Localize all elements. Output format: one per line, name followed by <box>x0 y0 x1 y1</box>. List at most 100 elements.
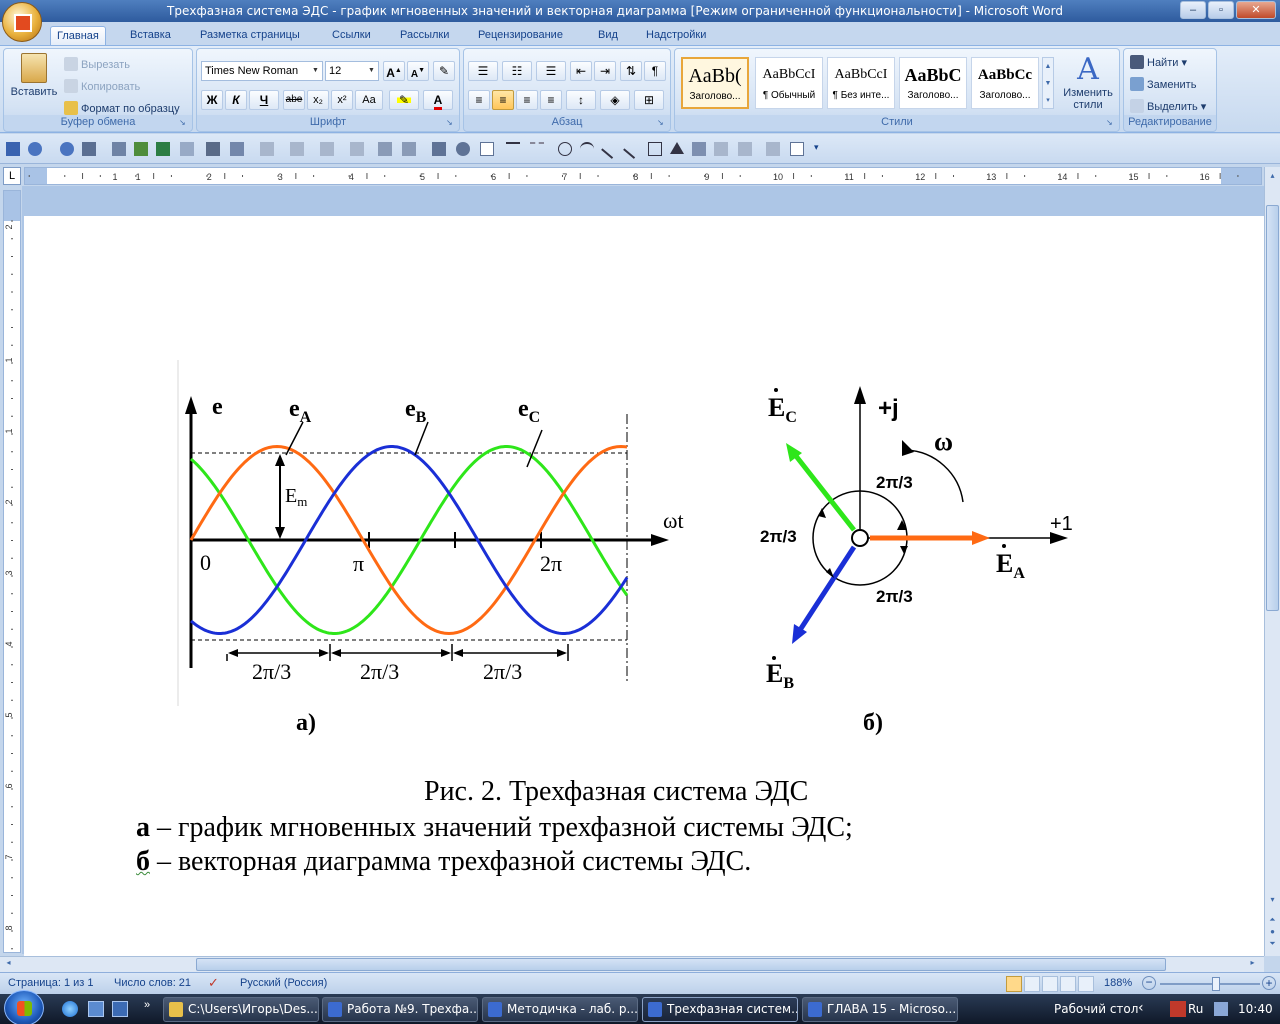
maximize-button[interactable]: ▫ <box>1208 1 1234 19</box>
start-button[interactable] <box>4 990 44 1024</box>
quick-launch-more-icon[interactable]: » <box>144 999 150 1011</box>
outline-view-icon[interactable] <box>1060 976 1076 992</box>
symbol-icon[interactable] <box>82 142 96 156</box>
customize-toolbar-icon[interactable]: ▾ <box>814 142 828 156</box>
change-styles-button[interactable]: A Изменить стили <box>1059 53 1117 112</box>
underline-button[interactable]: Ч <box>249 90 279 110</box>
undo-icon[interactable] <box>28 142 42 156</box>
horizontal-scrollbar[interactable]: ◂ ▸ <box>0 956 1264 972</box>
zoom-in-icon[interactable]: + <box>1262 976 1276 990</box>
arc-icon[interactable] <box>580 142 594 156</box>
curve-icon[interactable] <box>506 142 520 156</box>
grid-icon[interactable] <box>112 142 126 156</box>
justify-button[interactable]: ≡ <box>540 90 562 110</box>
scroll-down-arrow-icon[interactable]: ▾ <box>1266 895 1279 908</box>
increase-indent-button[interactable]: ⇥ <box>594 61 616 81</box>
show-desktop-icon[interactable] <box>88 1001 104 1017</box>
redo-icon[interactable] <box>60 142 74 156</box>
language-indicator[interactable]: Ru <box>1188 1002 1203 1016</box>
sort-button[interactable]: ⇅ <box>620 61 642 81</box>
tab-addins[interactable]: Надстройки <box>640 26 712 46</box>
text-frame-icon[interactable] <box>378 142 392 156</box>
tab-references[interactable]: Ссылки <box>326 26 377 46</box>
align-center-button[interactable]: ≡ <box>492 90 514 110</box>
tab-mailings[interactable]: Рассылки <box>394 26 455 46</box>
cut-button[interactable]: Вырезать <box>64 57 130 71</box>
switch-windows-icon[interactable] <box>112 1001 128 1017</box>
frame-icon[interactable] <box>714 142 728 156</box>
connector-icon[interactable] <box>530 142 544 156</box>
zoom-out-icon[interactable]: − <box>1142 976 1156 990</box>
copy-format-icon[interactable] <box>766 142 780 156</box>
wordart-icon[interactable] <box>290 142 304 156</box>
zoom-level[interactable]: 188% <box>1104 977 1132 989</box>
vertical-ruler[interactable]: 2 1 1 2 3 4 5 6 7 8 <box>3 190 21 953</box>
decrease-indent-button[interactable]: ⇤ <box>570 61 592 81</box>
triangle-icon[interactable] <box>670 142 684 154</box>
shading-button[interactable]: ◈ <box>600 90 630 110</box>
minimize-button[interactable]: ‒ <box>1180 1 1206 19</box>
spelling-check-icon[interactable]: ✓ <box>208 975 219 991</box>
tab-review[interactable]: Рецензирование <box>472 26 569 46</box>
field-icon[interactable] <box>260 142 274 156</box>
multilevel-list-button[interactable]: ☰ <box>536 61 566 81</box>
horizontal-scroll-thumb[interactable] <box>196 958 1166 971</box>
vertical-scroll-thumb[interactable] <box>1266 205 1279 611</box>
link-icon[interactable] <box>230 142 244 156</box>
picture-icon[interactable] <box>134 142 148 156</box>
magnifier-icon[interactable] <box>456 142 470 156</box>
textbox-icon[interactable] <box>432 142 446 156</box>
style-normal[interactable]: AaBbCcI ¶ Обычный <box>755 57 823 109</box>
styles-scroll[interactable]: ▲ ▼ ▾ <box>1042 57 1054 109</box>
tab-insert[interactable]: Вставка <box>124 26 177 46</box>
zoom-slider[interactable] <box>1160 983 1260 985</box>
print-layout-view-icon[interactable] <box>1006 976 1022 992</box>
freeform-icon[interactable] <box>601 139 621 159</box>
highlight-button[interactable]: ✎ <box>389 90 419 110</box>
tab-selector[interactable]: L <box>3 167 21 185</box>
office-button[interactable] <box>2 2 42 42</box>
shape-icon[interactable] <box>320 142 334 156</box>
next-page-icon[interactable]: ⏷ <box>1266 939 1279 952</box>
bullets-button[interactable]: ☰ <box>468 61 498 81</box>
find-button[interactable]: Найти ▾ <box>1130 55 1187 69</box>
web-view-icon[interactable] <box>1042 976 1058 992</box>
status-page[interactable]: Страница: 1 из 1 <box>8 977 94 989</box>
font-family-select[interactable]: Times New Roman ▼ <box>201 61 323 81</box>
horizontal-ruler[interactable]: 11234567891011121314151617 <box>24 167 1262 185</box>
style-heading-2[interactable]: AaBbC Заголово... <box>899 57 967 109</box>
equation-icon[interactable] <box>350 142 364 156</box>
status-words[interactable]: Число слов: 21 <box>114 977 191 989</box>
network-icon[interactable] <box>1214 1002 1228 1016</box>
numbering-button[interactable]: ☷ <box>502 61 532 81</box>
shrink-font-button[interactable]: A▼ <box>407 61 429 81</box>
chevron-left-icon[interactable]: ‹ <box>1138 1000 1144 1016</box>
taskbar-item-word-3[interactable]: ГЛАВА 15 - Microso... <box>802 997 958 1022</box>
clock[interactable]: 10:40 <box>1238 1002 1273 1016</box>
ie-icon[interactable] <box>62 1001 78 1017</box>
grow-font-button[interactable]: A▲ <box>383 61 405 81</box>
new-doc-icon[interactable] <box>790 142 804 156</box>
style-no-spacing[interactable]: AaBbCcI ¶ Без инте... <box>827 57 895 109</box>
clear-format-button[interactable]: ✎ <box>433 61 455 81</box>
show-marks-button[interactable]: ¶ <box>644 61 666 81</box>
change-case-button[interactable]: Aa <box>355 90 383 110</box>
scroll-left-arrow-icon[interactable]: ◂ <box>2 958 15 971</box>
format-icon[interactable] <box>180 142 194 156</box>
clipboard-launcher-icon[interactable]: ↘ <box>179 118 189 128</box>
group-icon[interactable] <box>402 142 416 156</box>
strikethrough-button[interactable]: abe <box>283 90 305 110</box>
replace-button[interactable]: Заменить <box>1130 77 1196 91</box>
ruler-toggle-icon[interactable]: ▴ <box>1266 171 1279 184</box>
oval-icon[interactable] <box>558 142 572 156</box>
taskbar-item-word-1[interactable]: Работа №9. Трехфа... <box>322 997 478 1022</box>
scroll-right-arrow-icon[interactable]: ▸ <box>1246 958 1259 971</box>
font-color-button[interactable]: A <box>423 90 453 110</box>
arrange-icon[interactable] <box>738 142 752 156</box>
styles-launcher-icon[interactable]: ↘ <box>1106 118 1116 128</box>
print-icon[interactable] <box>206 142 220 156</box>
borders-button[interactable]: ⊞ <box>634 90 664 110</box>
taskbar-item-word-2[interactable]: Методичка - лаб. р... <box>482 997 638 1022</box>
spreadsheet-icon[interactable] <box>156 142 170 156</box>
pointer-icon[interactable] <box>480 142 494 156</box>
